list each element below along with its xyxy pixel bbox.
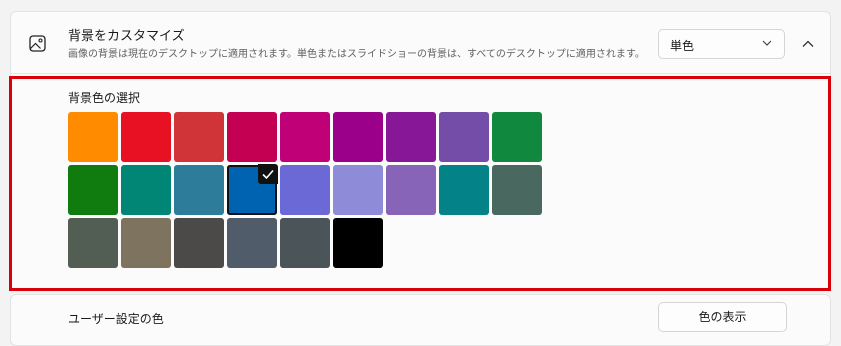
color-swatch[interactable] (439, 165, 489, 215)
section-label: 背景色の選択 (68, 91, 141, 105)
color-swatch[interactable] (227, 164, 278, 215)
color-swatch[interactable] (227, 218, 277, 268)
chevron-down-icon (762, 40, 772, 46)
color-swatch[interactable] (333, 165, 383, 215)
chevron-up-icon[interactable] (798, 34, 818, 54)
color-swatch[interactable] (121, 112, 171, 162)
view-colors-button[interactable]: 色の表示 (658, 302, 787, 332)
color-swatch[interactable] (227, 112, 277, 162)
color-swatch[interactable] (280, 165, 330, 215)
color-swatch[interactable] (492, 112, 542, 162)
picture-icon (29, 35, 46, 52)
color-swatch[interactable] (121, 218, 171, 268)
description-text: 画像の背景は現在のデスクトップに適用されます。単色またはスライドショーの背景は、… (68, 49, 645, 60)
color-swatch[interactable] (174, 218, 224, 268)
color-swatch[interactable] (386, 112, 436, 162)
color-swatch[interactable] (492, 165, 542, 215)
checkmark-icon (258, 164, 278, 184)
color-swatch[interactable] (68, 112, 118, 162)
color-swatch[interactable] (439, 112, 489, 162)
page-title: 背景をカスタマイズ (68, 29, 185, 44)
color-swatch[interactable] (68, 165, 118, 215)
color-swatch[interactable] (121, 165, 171, 215)
color-swatch[interactable] (333, 112, 383, 162)
background-type-dropdown[interactable]: 単色 (658, 29, 785, 59)
color-swatch[interactable] (174, 165, 224, 215)
custom-color-label: ユーザー設定の色 (68, 312, 164, 326)
color-swatch[interactable] (174, 112, 224, 162)
color-swatch[interactable] (280, 112, 330, 162)
color-swatch[interactable] (333, 218, 383, 268)
color-swatch[interactable] (68, 218, 118, 268)
dropdown-selected-value: 単色 (670, 39, 695, 53)
color-swatch[interactable] (386, 165, 436, 215)
color-swatch[interactable] (280, 218, 330, 268)
